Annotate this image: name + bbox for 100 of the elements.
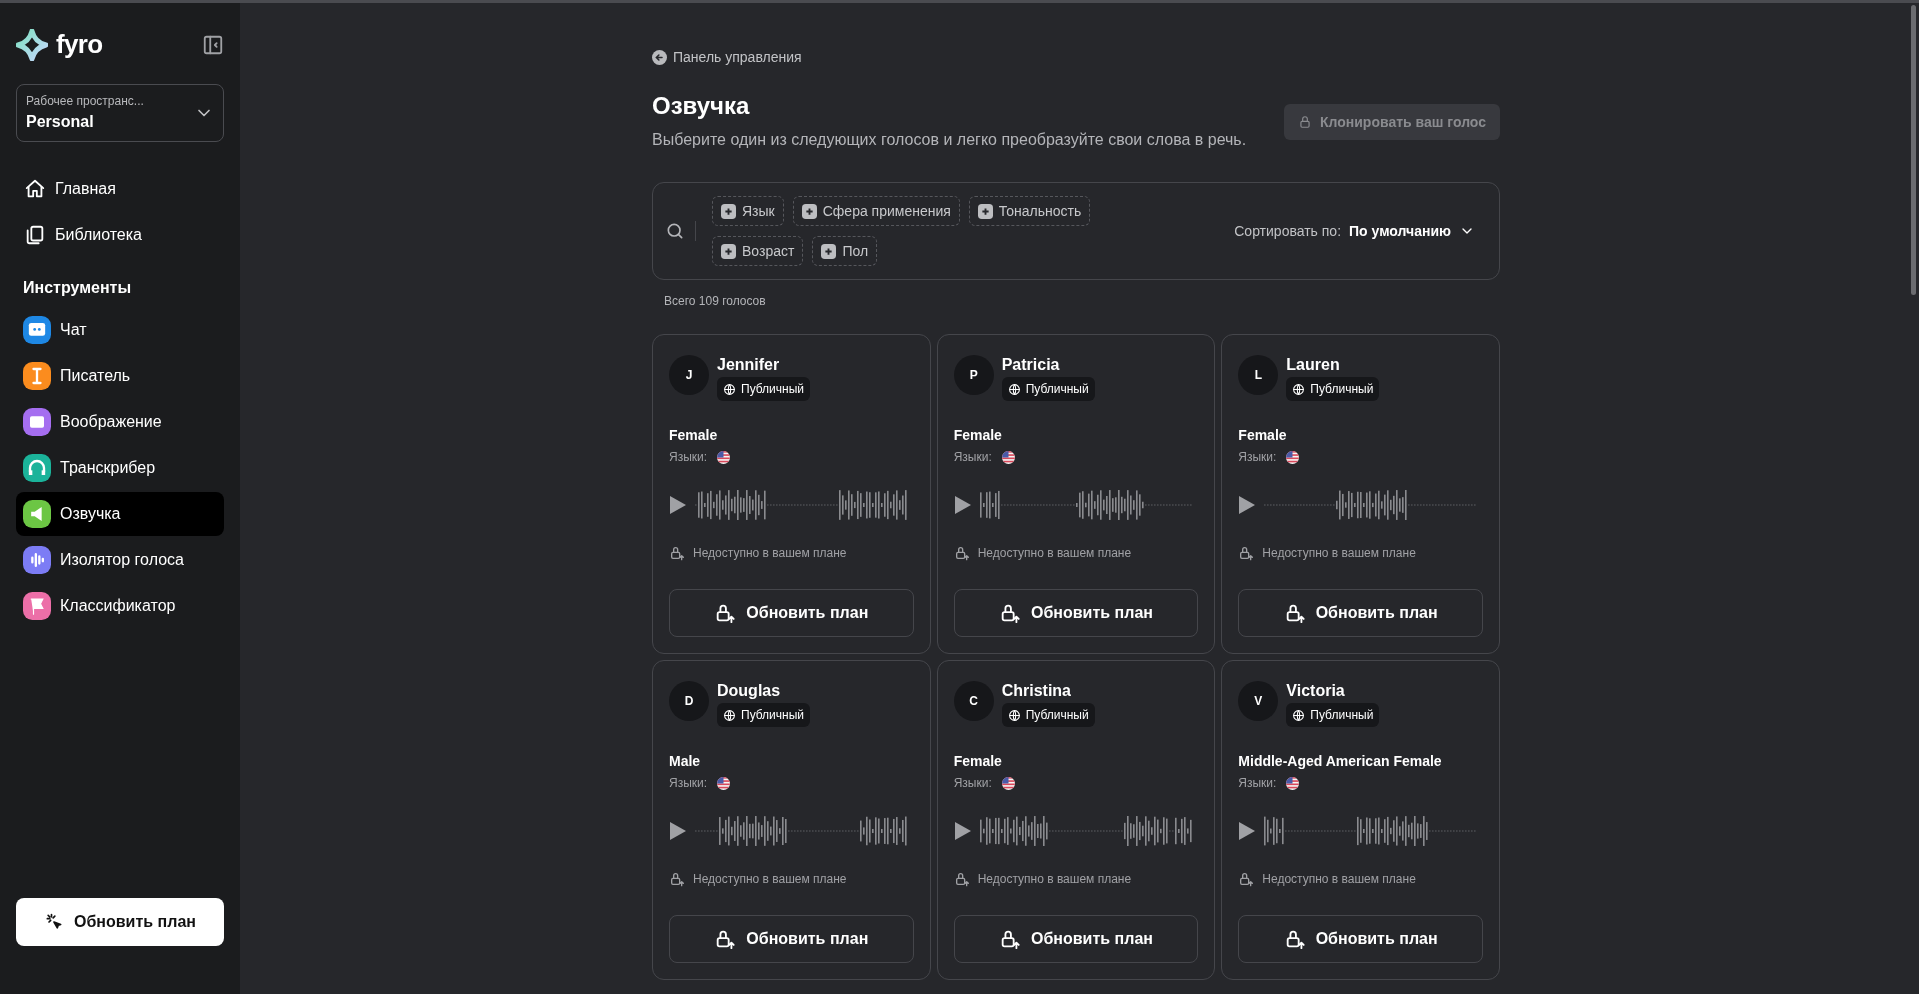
documents-icon xyxy=(24,224,46,246)
lock-upload-icon xyxy=(1238,871,1255,887)
avatar: J xyxy=(669,355,709,395)
play-icon xyxy=(1238,495,1257,515)
us-flag-icon xyxy=(1001,450,1015,464)
tool-item[interactable]: Чат xyxy=(16,308,224,352)
play-button[interactable] xyxy=(1238,821,1257,841)
voice-description: Female xyxy=(953,752,1003,771)
plan-notice: Недоступно в вашем плане xyxy=(977,545,1132,562)
workspace-dropdown[interactable]: Рабочее пространс... Personal xyxy=(16,84,224,142)
search-button[interactable] xyxy=(665,221,696,241)
app-icon xyxy=(23,316,51,344)
filter-chip[interactable]: Тональность xyxy=(968,196,1091,226)
search-icon xyxy=(665,221,685,241)
page-description: Выберите один из следующих голосов и легко преобразуйте свои слова в речь. xyxy=(652,130,1248,150)
lock-upload-icon xyxy=(714,602,737,624)
us-flag-icon xyxy=(1001,776,1015,790)
voice-description: Male xyxy=(669,752,702,771)
lock-upload-icon xyxy=(953,545,970,561)
collapse-sidebar-button[interactable] xyxy=(202,33,224,56)
globe-icon xyxy=(1007,708,1021,722)
nav-item[interactable]: Главная xyxy=(16,166,224,212)
voice-description: Female xyxy=(669,426,719,445)
lock-upload-icon xyxy=(669,871,685,887)
plan-notice: Недоступно в вашем плане xyxy=(693,545,847,562)
voice-name: Jennifer xyxy=(717,355,780,375)
plan-notice: Недоступно в вашем плане xyxy=(1262,871,1416,888)
back-link[interactable]: Панель управления xyxy=(652,47,802,68)
languages-label: Языки: xyxy=(1238,449,1277,466)
visibility-badge: Публичный xyxy=(1286,377,1380,401)
play-button[interactable] xyxy=(953,495,972,515)
app-icon xyxy=(23,592,51,620)
upgrade-plan-button[interactable]: Обновить план xyxy=(1238,915,1483,963)
us-flag-icon xyxy=(717,450,731,464)
page-title: Озвучка xyxy=(652,91,751,121)
visibility-badge: Публичный xyxy=(1286,703,1380,727)
home-icon xyxy=(24,178,46,200)
filter-chip[interactable]: Язык xyxy=(712,196,784,226)
app-icon xyxy=(23,454,51,482)
app-icon xyxy=(23,408,51,436)
voice-name: Douglas xyxy=(717,681,781,701)
languages-label: Языки: xyxy=(1238,775,1277,792)
visibility-badge: Публичный xyxy=(1001,377,1095,401)
play-button[interactable] xyxy=(669,495,687,515)
cursor-click-icon xyxy=(44,912,64,932)
tool-item[interactable]: Изолятор голоса xyxy=(16,538,224,582)
workspace-label: Рабочее пространс... xyxy=(26,93,144,110)
filter-chip[interactable]: Возраст xyxy=(712,236,804,266)
tool-item[interactable]: Воображение xyxy=(16,400,224,444)
voice-description: Female xyxy=(1238,426,1288,445)
filter-chip[interactable]: Сфера применения xyxy=(792,196,960,226)
app-icon xyxy=(23,362,51,390)
play-button[interactable] xyxy=(953,821,972,841)
languages-label: Языки: xyxy=(669,775,708,792)
play-button[interactable] xyxy=(1238,495,1257,515)
upgrade-plan-button[interactable]: Обновить план xyxy=(953,915,1199,963)
languages-label: Языки: xyxy=(953,775,992,792)
globe-icon xyxy=(1292,382,1306,396)
tool-item[interactable]: Озвучка xyxy=(16,492,224,536)
plan-notice: Недоступно в вашем плане xyxy=(977,871,1132,888)
plus-icon xyxy=(821,243,837,259)
workspace-name: Personal xyxy=(26,112,95,132)
lock-upload-icon xyxy=(669,545,685,561)
filter-chip[interactable]: Пол xyxy=(812,236,878,266)
avatar: V xyxy=(1238,681,1279,721)
app-icon xyxy=(23,546,51,574)
lock-upload-icon xyxy=(953,871,970,887)
avatar: L xyxy=(1238,355,1279,395)
upgrade-plan-button[interactable]: Обновить план xyxy=(1238,589,1483,637)
scrollbar-thumb[interactable] xyxy=(1911,5,1916,295)
voice-count: Всего 109 голосов xyxy=(664,293,767,310)
upgrade-plan-button[interactable]: Обновить план xyxy=(669,915,914,963)
voice-description: Female xyxy=(953,426,1003,445)
plus-icon xyxy=(721,243,736,259)
voice-name: Christina xyxy=(1001,681,1071,701)
upgrade-plan-button[interactable]: Обновить план xyxy=(953,589,1199,637)
nav-item[interactable]: Библиотека xyxy=(16,212,224,258)
lock-upload-icon xyxy=(714,928,737,950)
upgrade-button[interactable]: Обновить план xyxy=(16,898,224,946)
lock-upload-icon xyxy=(999,602,1021,624)
avatar: C xyxy=(953,681,994,721)
sidebar-collapse-icon xyxy=(202,33,224,56)
us-flag-icon xyxy=(717,776,731,790)
languages-label: Языки: xyxy=(953,449,992,466)
section-heading: Инструменты xyxy=(22,278,133,298)
voice-name: Patricia xyxy=(1001,355,1060,375)
tool-item[interactable]: Транскрибер xyxy=(16,446,224,490)
plan-notice: Недоступно в вашем плане xyxy=(693,871,847,888)
voice-name: Victoria xyxy=(1286,681,1345,701)
us-flag-icon xyxy=(1286,450,1300,464)
globe-icon xyxy=(1007,382,1021,396)
sort-dropdown[interactable]: По умолчанию xyxy=(1349,220,1475,242)
globe-icon xyxy=(723,708,736,722)
play-button[interactable] xyxy=(669,821,687,841)
plus-icon xyxy=(801,203,817,219)
tool-item[interactable]: Классификатор xyxy=(16,584,224,628)
plus-icon xyxy=(721,203,736,219)
upgrade-plan-button[interactable]: Обновить план xyxy=(669,589,914,637)
tool-item[interactable]: Писатель xyxy=(16,354,224,398)
plan-notice: Недоступно в вашем плане xyxy=(1262,545,1416,562)
